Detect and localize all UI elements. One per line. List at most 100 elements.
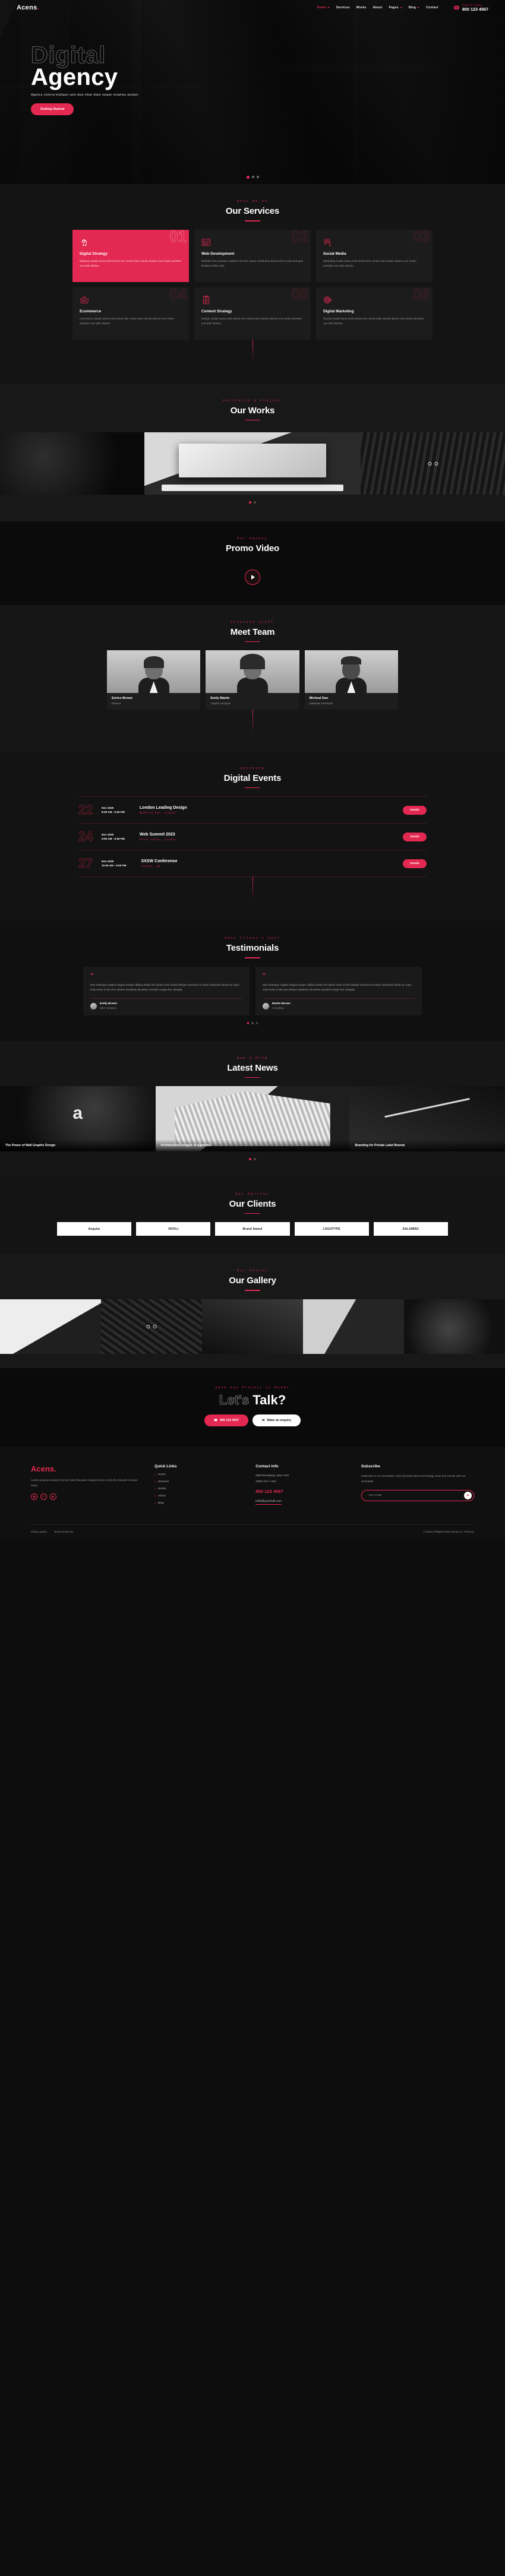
event-day: 22: [78, 802, 93, 818]
work-item[interactable]: [144, 432, 361, 495]
service-card-digital-strategy[interactable]: 01 Digital Strategy Makeup ravida suma e…: [72, 229, 189, 282]
nav-item-blog[interactable]: Blog: [409, 6, 420, 10]
newsletter-email-input[interactable]: [368, 1494, 464, 1498]
nav-item-works[interactable]: Works: [356, 6, 367, 10]
gallery-item[interactable]: [101, 1299, 202, 1354]
event-row[interactable]: 24 Nov 2025 9:00 AM - 6:00 PM Web Summit…: [78, 823, 427, 850]
service-description: Design ravida suma eveti semen the conse…: [201, 317, 302, 325]
nav-item-home[interactable]: Home: [317, 6, 330, 10]
gallery-item[interactable]: [404, 1299, 505, 1354]
play-video-button[interactable]: [245, 569, 260, 585]
carousel-dot[interactable]: [254, 1158, 256, 1160]
title-underline: [245, 419, 260, 421]
instagram-icon[interactable]: ▣: [31, 1493, 37, 1501]
youtube-icon[interactable]: ▶: [50, 1493, 56, 1501]
works-eyebrow: Portfolio & Project: [223, 398, 282, 403]
news-card-title: Architectural Designs in Agencies: [155, 1140, 350, 1152]
header-call-block[interactable]: ☎ Call Us Today 800 123 4567: [453, 4, 488, 12]
service-card-digital-marketing[interactable]: 06 Digital Marketing Ravida ravida suma …: [316, 287, 433, 340]
client-logo[interactable]: SALAMINC: [373, 1222, 449, 1236]
cta-phone-button[interactable]: ☎ 800 123 4567: [204, 1414, 249, 1426]
nav-item-about[interactable]: About: [373, 6, 382, 10]
chat-bubbles-icon: [323, 238, 333, 247]
news-carousel-dots[interactable]: [0, 1158, 505, 1160]
whatsapp-icon[interactable]: ✆: [40, 1493, 47, 1501]
footer-logo-text: Acens: [31, 1464, 55, 1473]
footer-phone[interactable]: 800 123 4567: [255, 1489, 351, 1494]
gallery-item[interactable]: [202, 1299, 303, 1354]
team-member-card[interactable]: Emily Martin Graphic Designer: [206, 650, 299, 710]
nav-item-services[interactable]: Services: [336, 6, 350, 10]
site-logo[interactable]: Acens.: [17, 4, 39, 11]
footer-link-home[interactable]: • Home: [154, 1473, 245, 1477]
newsletter-submit-button[interactable]: ➤: [463, 1492, 472, 1500]
team-member-card[interactable]: Enrico Brown Director: [107, 650, 201, 710]
event-details-button[interactable]: Details: [403, 859, 427, 868]
carousel-dot[interactable]: [251, 1021, 254, 1024]
footer-address: 0665 Broadway, New York 10001 NY / USA: [255, 1473, 351, 1485]
testimonial-card[interactable]: ” Dan entesque magna magna semper daibus…: [255, 967, 422, 1015]
client-logo[interactable]: Angular: [57, 1222, 132, 1236]
shopping-basket-icon: [80, 295, 89, 305]
testimonials-carousel-dots[interactable]: [0, 1021, 505, 1024]
footer-email[interactable]: hello@yourmail.com: [255, 1500, 282, 1505]
works-carousel[interactable]: [0, 432, 505, 495]
works-carousel-dots[interactable]: [0, 501, 505, 504]
event-row[interactable]: 22 Nov 2025 8:00 AM - 5:00 PM London Lea…: [78, 796, 427, 823]
privacy-policy-link[interactable]: Privacy policy: [31, 1530, 47, 1533]
carousel-dot[interactable]: [249, 501, 251, 504]
nav-item-pages[interactable]: Pages: [389, 6, 402, 10]
event-details-button[interactable]: Details: [403, 832, 427, 841]
carousel-dot[interactable]: [255, 1021, 258, 1024]
footer-link-about[interactable]: • About: [154, 1495, 245, 1498]
client-logo[interactable]: HOOLI: [136, 1222, 211, 1236]
event-details-button[interactable]: Details: [403, 805, 427, 815]
newsletter-form[interactable]: ➤: [361, 1490, 474, 1502]
news-card[interactable]: Branding for Private Label Brands: [349, 1086, 505, 1152]
footer-link-works[interactable]: • Works: [154, 1488, 245, 1491]
news-card-title: The Power of Wall Graphic Design: [0, 1140, 156, 1152]
event-row[interactable]: 27 Nov 2025 10:00 AM - 5:00 PM SXSW Conf…: [78, 850, 427, 878]
header-phone-number: 800 123 4567: [462, 7, 488, 12]
getting-started-button[interactable]: Getting Started: [31, 103, 74, 115]
footer-bottom-links: Privacy policy Terms of Service: [31, 1530, 74, 1533]
carousel-dot[interactable]: [247, 1021, 250, 1024]
terms-of-service-link[interactable]: Terms of Service: [54, 1530, 74, 1533]
footer-about-column: Acens. Lorem amacus suscipit oremen miss…: [31, 1464, 144, 1509]
carousel-dot[interactable]: [251, 176, 254, 178]
testimonial-card[interactable]: ” Dan entesque magna magna semper daibus…: [83, 967, 250, 1015]
service-number: 05: [291, 287, 309, 303]
news-card[interactable]: Architectural Designs in Agencies: [155, 1086, 350, 1152]
news-heading: New & Blog Latest News: [0, 1041, 505, 1087]
footer-link-services[interactable]: • Services: [154, 1480, 245, 1484]
carousel-dot[interactable]: [256, 176, 259, 178]
carousel-dot[interactable]: [249, 1158, 251, 1160]
hero-carousel-dots[interactable]: [0, 176, 505, 179]
service-card-web-development[interactable]: 02 Web Development Website inno quisque …: [194, 229, 311, 282]
service-card-content-strategy[interactable]: 05 Content Strategy Design ravida suma e…: [194, 287, 311, 340]
work-item[interactable]: [0, 432, 144, 495]
nav-item-contact[interactable]: Contact: [426, 6, 438, 10]
send-icon: ➤: [466, 1494, 469, 1498]
work-item[interactable]: [361, 432, 505, 495]
footer-link-blog[interactable]: • Blog: [154, 1502, 245, 1505]
nav-label: About: [373, 6, 383, 10]
gallery-item[interactable]: [303, 1299, 404, 1354]
footer-bottom-bar: Privacy policy Terms of Service © 2023 A…: [31, 1524, 474, 1540]
team-member-card[interactable]: Micheal Dan Database Developer: [304, 650, 398, 710]
carousel-dot[interactable]: [246, 176, 250, 179]
news-card[interactable]: a The Power of Wall Graphic Design: [0, 1086, 156, 1152]
gallery-grid[interactable]: [0, 1299, 505, 1354]
team-section: Creative Staff Meet Team Enrico Brown Di…: [0, 605, 505, 751]
works-section: Portfolio & Project Our Works: [0, 383, 505, 521]
carousel-dot[interactable]: [254, 501, 256, 504]
footer-logo[interactable]: Acens.: [31, 1464, 144, 1473]
client-logo[interactable]: LOGOTYPE: [294, 1222, 369, 1236]
client-logo[interactable]: Brand Award: [215, 1222, 290, 1236]
gallery-item[interactable]: [0, 1299, 101, 1354]
service-card-ecommerce[interactable]: 04 Ecommerce Commerce ravida suma eveti …: [72, 287, 189, 340]
service-card-social-media[interactable]: 03 Social Media Marketing ravida suma ev…: [316, 229, 433, 282]
news-carousel[interactable]: a The Power of Wall Graphic Design Archi…: [0, 1086, 505, 1152]
cta-enquiry-button[interactable]: ✉ Make an enquiry: [252, 1414, 301, 1426]
hero-title: Agency: [31, 64, 118, 90]
